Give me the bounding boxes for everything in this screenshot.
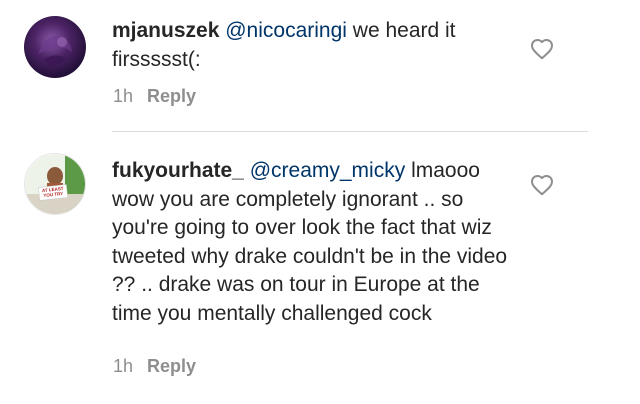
comment-mention[interactable]: @creamy_micky: [250, 159, 406, 182]
avatar-image: AT LEAST YOU TRY: [25, 154, 85, 214]
avatar-image: [38, 35, 72, 66]
heart-outline-icon[interactable]: [530, 174, 554, 196]
reply-button[interactable]: Reply: [147, 356, 196, 376]
comments-screen: mjanuszek @nicocaringi we heard it firss…: [0, 0, 640, 404]
reply-button[interactable]: Reply: [147, 86, 196, 106]
comment-text: lmaooo wow you are completely ignorant .…: [112, 159, 508, 325]
comment-mention[interactable]: @nicocaringi: [225, 19, 347, 42]
avatar[interactable]: [24, 16, 86, 78]
comment-body: fukyourhate_ @creamy_micky lmaooo wow yo…: [112, 157, 512, 328]
comment-username[interactable]: mjanuszek: [112, 19, 219, 42]
avatar[interactable]: AT LEAST YOU TRY: [24, 153, 86, 215]
comment-meta: 1h Reply: [113, 356, 196, 377]
comment-meta: 1h Reply: [113, 86, 196, 107]
comment-time: 1h: [113, 356, 134, 376]
comment-body: mjanuszek @nicocaringi we heard it firss…: [112, 17, 512, 74]
heart-outline-icon[interactable]: [530, 38, 554, 60]
comment-time: 1h: [113, 86, 134, 106]
comment-divider: [112, 131, 588, 132]
comment-username[interactable]: fukyourhate_: [112, 159, 244, 182]
